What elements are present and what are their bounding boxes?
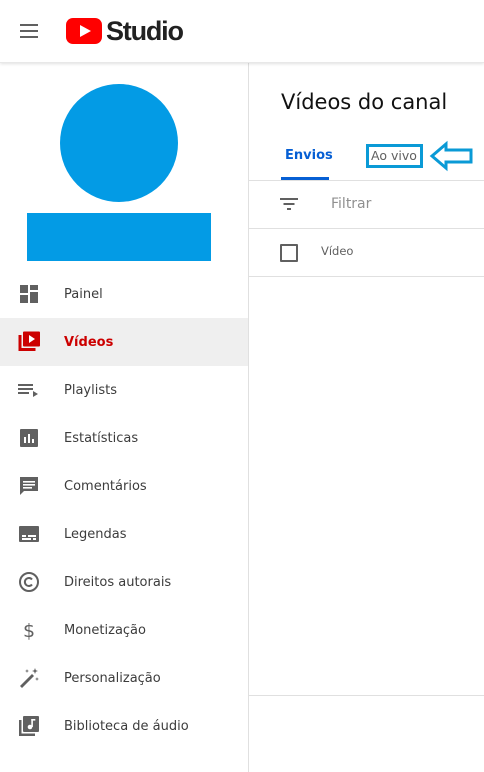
audio-library-icon <box>19 716 39 736</box>
filter-input[interactable] <box>331 192 471 216</box>
logo-text: Studio <box>106 15 184 46</box>
channel-avatar[interactable] <box>60 84 178 202</box>
comments-icon <box>20 477 38 495</box>
analytics-icon <box>20 429 38 447</box>
sidebar-item-label: Legendas <box>64 526 127 542</box>
sidebar: Painel Vídeos Playlists Estatísticas Com… <box>0 62 249 772</box>
column-header-video: Vídeo <box>321 244 354 258</box>
sidebar-item-playlists[interactable]: Playlists <box>0 366 248 414</box>
select-all-checkbox[interactable] <box>280 244 298 262</box>
annotation-arrow-icon <box>429 140 473 172</box>
sidebar-item-label: Personalização <box>64 670 161 686</box>
sidebar-item-estatisticas[interactable]: Estatísticas <box>0 414 248 462</box>
playlists-icon <box>18 384 38 397</box>
top-app-bar: Studio <box>0 0 484 63</box>
tab-bar: Envios Ao vivo <box>249 136 484 181</box>
sidebar-item-painel[interactable]: Painel <box>0 270 248 318</box>
sidebar-item-personalizacao[interactable]: Personalização <box>0 654 248 702</box>
sidebar-item-label: Monetização <box>64 622 146 638</box>
sidebar-item-label: Biblioteca de áudio <box>64 718 189 734</box>
hamburger-menu-icon[interactable] <box>18 20 40 42</box>
copyright-icon <box>19 572 39 592</box>
sidebar-item-label: Comentários <box>64 478 147 494</box>
svg-text:$: $ <box>23 620 35 642</box>
sidebar-item-direitos-autorais[interactable]: Direitos autorais <box>0 558 248 606</box>
sidebar-item-comentarios[interactable]: Comentários <box>0 462 248 510</box>
dashboard-icon <box>20 285 38 303</box>
sidebar-item-label: Playlists <box>64 382 117 398</box>
tab-envios[interactable]: Envios <box>285 148 333 163</box>
sidebar-item-monetizacao[interactable]: $ Monetização <box>0 606 248 654</box>
page-title: Vídeos do canal <box>281 90 448 114</box>
annotation-highlight-box <box>366 144 423 168</box>
youtube-studio-logo[interactable]: Studio <box>66 15 184 46</box>
dollar-icon: $ <box>23 620 35 642</box>
sidebar-item-label: Vídeos <box>64 334 114 350</box>
filter-bar <box>249 180 484 229</box>
main-content: Vídeos do canal Envios Ao vivo Vídeo <box>249 62 484 772</box>
youtube-play-logo-icon <box>66 18 102 44</box>
sidebar-item-label: Direitos autorais <box>64 574 172 590</box>
sidebar-item-label: Estatísticas <box>64 430 139 446</box>
sidebar-item-legendas[interactable]: Legendas <box>0 510 248 558</box>
subtitles-icon <box>19 526 39 542</box>
sidebar-item-label: Painel <box>64 286 103 302</box>
videos-icon <box>18 331 40 351</box>
table-footer-divider <box>249 695 484 696</box>
filter-icon[interactable] <box>279 196 299 212</box>
channel-name-redacted <box>27 213 211 261</box>
table-header-row: Vídeo <box>249 228 484 277</box>
sidebar-item-biblioteca-de-audio[interactable]: Biblioteca de áudio <box>0 702 248 750</box>
magic-wand-icon <box>20 668 39 688</box>
sidebar-item-videos[interactable]: Vídeos <box>0 318 248 366</box>
sidebar-nav: Painel Vídeos Playlists Estatísticas Com… <box>0 270 248 750</box>
